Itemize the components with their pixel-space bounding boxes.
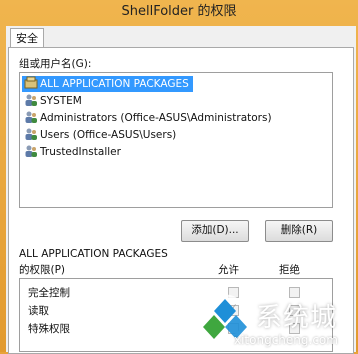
users-icon — [24, 127, 38, 141]
permission-name: 读取 — [28, 305, 49, 317]
permissions-title: 的权限(P) — [19, 264, 66, 276]
users-icon — [24, 144, 38, 158]
watermark-url: xitongcheng.com — [234, 333, 338, 347]
watermark: 系统城 xitongcheng.com — [196, 291, 356, 351]
list-item[interactable]: Administrators (Office-ASUS\Administrato… — [22, 110, 276, 126]
groups-listbox[interactable]: ALL APPLICATION PACKAGES SYSTEM Administ… — [19, 72, 333, 208]
list-item[interactable]: TrustedInstaller — [22, 144, 125, 160]
list-item-label: Administrators (Office-ASUS\Administrato… — [40, 112, 272, 124]
add-button[interactable]: 添加(D)... — [181, 220, 249, 242]
list-item[interactable]: ALL APPLICATION PACKAGES — [22, 76, 193, 92]
users-icon — [24, 110, 38, 124]
permission-name: 特殊权限 — [28, 323, 70, 335]
list-item[interactable]: SYSTEM — [22, 93, 86, 109]
allow-header: 允许 — [218, 264, 239, 276]
groups-label: 组或用户名(G): — [19, 58, 92, 70]
window-frame: ShellFolder 的权限 安全 组或用户名(G): ALL APPLICA… — [0, 0, 358, 354]
list-item-label: Users (Office-ASUS\Users) — [40, 129, 177, 141]
list-item-label: ALL APPLICATION PACKAGES — [40, 78, 189, 90]
permission-name: 完全控制 — [28, 287, 70, 299]
list-item[interactable]: Users (Office-ASUS\Users) — [22, 127, 180, 143]
permissions-principal: ALL APPLICATION PACKAGES — [19, 248, 168, 260]
list-item-label: SYSTEM — [40, 95, 82, 107]
package-group-icon — [24, 76, 38, 90]
remove-button[interactable]: 删除(R) — [265, 220, 333, 242]
users-icon — [24, 93, 38, 107]
window-title: ShellFolder 的权限 — [121, 4, 237, 19]
tab-security[interactable]: 安全 — [10, 28, 44, 49]
tab-strip: 安全 — [6, 26, 356, 49]
deny-header: 拒绝 — [279, 264, 300, 276]
watermark-text: 系统城 — [256, 303, 338, 333]
list-item-label: TrustedInstaller — [40, 146, 121, 158]
